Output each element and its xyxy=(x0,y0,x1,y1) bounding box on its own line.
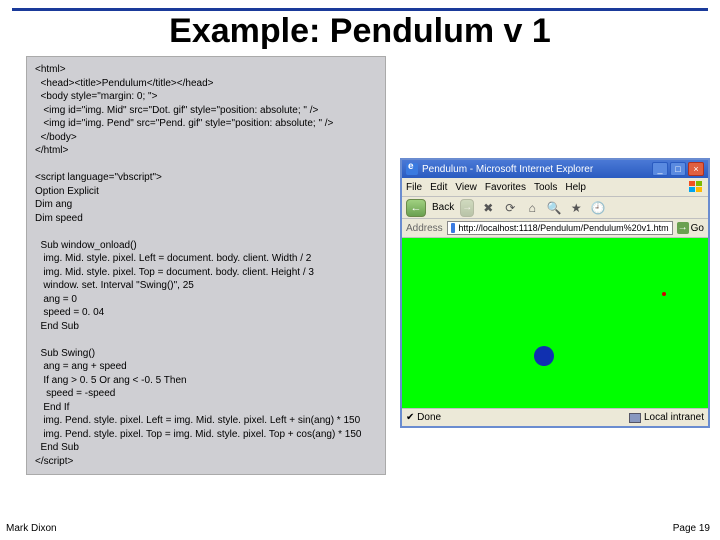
go-label: Go xyxy=(691,223,704,234)
refresh-icon[interactable]: ⟳ xyxy=(502,200,518,216)
address-label: Address xyxy=(406,223,443,234)
maximize-button[interactable]: □ xyxy=(670,162,686,176)
stop-icon[interactable]: ✖ xyxy=(480,200,496,216)
code-listing: <html> <head><title>Pendulum</title></he… xyxy=(26,56,386,475)
menu-help[interactable]: Help xyxy=(565,182,586,193)
windows-logo-icon xyxy=(688,180,704,194)
address-bar: Address http://localhost:1118/Pendulum/P… xyxy=(402,219,708,238)
search-icon[interactable]: 🔍 xyxy=(546,200,562,216)
window-title: Pendulum - Microsoft Internet Explorer xyxy=(422,164,652,175)
menu-bar: File Edit View Favorites Tools Help xyxy=(402,178,708,197)
slide-title: Example: Pendulum v 1 xyxy=(0,12,720,51)
history-icon[interactable]: 🕘 xyxy=(590,200,606,216)
page-favicon-icon xyxy=(451,223,456,233)
url-text: http://localhost:1118/Pendulum/Pendulum%… xyxy=(458,223,668,233)
slide: Example: Pendulum v 1 <html> <head><titl… xyxy=(0,0,720,540)
window-buttons: _ □ × xyxy=(652,162,704,176)
zone-icon xyxy=(629,413,641,423)
go-arrow-icon: → xyxy=(677,222,689,234)
menu-view[interactable]: View xyxy=(455,182,477,193)
pendulum-dot xyxy=(534,346,554,366)
menu-favorites[interactable]: Favorites xyxy=(485,182,526,193)
footer-author: Mark Dixon xyxy=(6,523,57,534)
favorites-icon[interactable]: ★ xyxy=(568,200,584,216)
zone-label: Local intranet xyxy=(644,412,704,423)
menu-file[interactable]: File xyxy=(406,182,422,193)
page-content xyxy=(402,238,708,408)
mid-dot xyxy=(662,292,666,296)
status-left: ✔ Done xyxy=(406,412,441,423)
browser-titlebar: Pendulum - Microsoft Internet Explorer _… xyxy=(402,160,708,178)
home-icon[interactable]: ⌂ xyxy=(524,200,540,216)
toolbar: ← Back → ✖ ⟳ ⌂ 🔍 ★ 🕘 xyxy=(402,197,708,219)
menu-edit[interactable]: Edit xyxy=(430,182,447,193)
forward-button[interactable]: → xyxy=(460,199,474,217)
close-button[interactable]: × xyxy=(688,162,704,176)
minimize-button[interactable]: _ xyxy=(652,162,668,176)
footer-page: Page 19 xyxy=(673,523,710,534)
status-bar: ✔ Done Local intranet xyxy=(402,408,708,426)
ie-icon xyxy=(406,163,418,175)
go-button[interactable]: → Go xyxy=(677,222,704,234)
url-input[interactable]: http://localhost:1118/Pendulum/Pendulum%… xyxy=(447,221,673,235)
browser-window: Pendulum - Microsoft Internet Explorer _… xyxy=(400,158,710,428)
back-label: Back xyxy=(432,202,454,213)
menu-tools[interactable]: Tools xyxy=(534,182,557,193)
back-button[interactable]: ← xyxy=(406,199,426,217)
status-right: Local intranet xyxy=(629,412,704,423)
title-rule xyxy=(12,8,708,11)
